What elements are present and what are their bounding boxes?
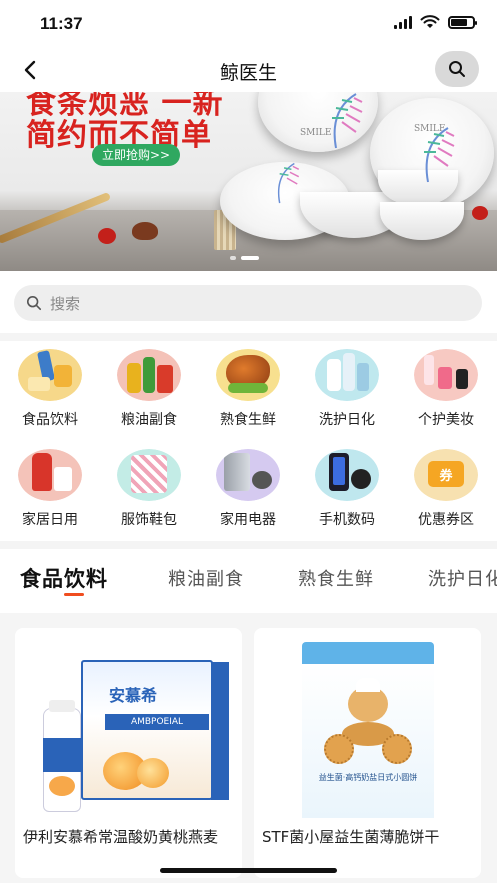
appliance-icon: [216, 449, 280, 501]
search-area: 搜索: [0, 271, 497, 333]
divider: [0, 333, 497, 341]
category-apparel[interactable]: 服饰鞋包: [109, 445, 189, 535]
home-indicator: [160, 868, 337, 873]
product-list: 安慕希 AMBPOEIAL 伊利安慕希常温酸奶黄桃燕麦 益生菌·高钙奶盐日式小圆…: [0, 613, 497, 883]
mushroom-image: [132, 222, 158, 240]
feather-pattern-icon: [424, 127, 455, 183]
tab-food-drink[interactable]: 食品饮料: [20, 563, 108, 593]
banner-pagination: [230, 256, 259, 260]
page-title: 鲸医生: [219, 62, 277, 84]
cosmetics-icon: [414, 349, 478, 401]
category-label: 食品饮料: [22, 412, 78, 428]
product-name: 伊利安慕希常温酸奶黄桃燕麦: [23, 828, 219, 846]
tab-indicator: [64, 593, 84, 596]
category-label: 个护美妆: [418, 412, 474, 428]
category-label: 粮油副食: [121, 412, 177, 428]
promo-banner[interactable]: 食条烦恶 一新 简约而不简单 立即抢购>> SMILE SMILE: [0, 92, 497, 271]
category-food-drink[interactable]: 食品饮料: [10, 345, 90, 435]
product-brand-sub: AMBPOEIAL: [105, 714, 209, 730]
category-phone-digital[interactable]: 手机数码: [307, 445, 387, 535]
feather-pattern-icon: [277, 162, 300, 204]
phone-digital-icon: [315, 449, 379, 501]
search-placeholder: 搜索: [50, 294, 81, 313]
category-label: 家居日用: [22, 512, 78, 528]
toiletries-icon: [315, 349, 379, 401]
category-label: 洗护日化: [319, 412, 375, 428]
search-icon: [26, 295, 42, 311]
banner-dot[interactable]: [230, 256, 236, 260]
product-brand: 安慕希: [109, 686, 158, 705]
category-label: 熟食生鲜: [220, 412, 276, 428]
category-cooked-fresh[interactable]: 熟食生鲜: [208, 345, 288, 435]
category-tabs: 食品饮料 粮油副食 熟食生鲜 洗护日化: [0, 549, 497, 613]
product-image: 安慕希 AMBPOEIAL: [25, 638, 232, 818]
feather-pattern-icon: [332, 93, 363, 149]
tab-grain-oil[interactable]: 粮油副食: [168, 565, 244, 591]
status-icons: [394, 15, 477, 29]
apparel-icon: [117, 449, 181, 501]
category-label: 手机数码: [319, 512, 375, 528]
status-bar: 11:37: [0, 0, 497, 48]
search-icon: [449, 61, 465, 77]
category-household[interactable]: 家居日用: [10, 445, 90, 535]
category-grain-oil[interactable]: 粮油副食: [109, 345, 189, 435]
battery-icon: [448, 15, 477, 29]
category-toiletries[interactable]: 洗护日化: [307, 345, 387, 435]
category-appliance[interactable]: 家用电器: [208, 445, 288, 535]
food-drink-icon: [18, 349, 82, 401]
nav-bar: 鲸医生: [0, 48, 497, 92]
category-label: 服饰鞋包: [121, 512, 177, 528]
tomato-image: [98, 228, 116, 244]
banner-dot-active[interactable]: [241, 256, 259, 260]
banner-buy-now-button[interactable]: 立即抢购>>: [92, 144, 181, 166]
search-input[interactable]: 搜索: [14, 285, 482, 321]
wifi-icon: [420, 15, 440, 28]
category-label: 家用电器: [220, 512, 276, 528]
product-pack-text: 益生菌·高钙奶盐日式小圆饼: [318, 773, 418, 782]
coupon-icon: 券: [414, 449, 478, 501]
coupon-badge: 券: [428, 461, 464, 487]
product-name: STF菌小屋益生菌薄脆饼干: [262, 828, 440, 846]
divider: [0, 541, 497, 549]
tomato-image: [472, 206, 488, 220]
product-card[interactable]: 益生菌·高钙奶盐日式小圆饼 STF菌小屋益生菌薄脆饼干: [254, 628, 481, 878]
household-icon: [18, 449, 82, 501]
status-time: 11:37: [40, 14, 83, 33]
category-coupon[interactable]: 券 优惠券区: [406, 445, 486, 535]
grain-oil-icon: [117, 349, 181, 401]
category-label: 优惠券区: [418, 512, 474, 528]
search-button[interactable]: [435, 51, 479, 87]
tab-toiletries[interactable]: 洗护日化: [428, 565, 497, 591]
category-grid: 食品饮料 粮油副食 熟食生鲜 洗护日化 个护美妆 家居日用 服饰鞋包 家用电器 …: [0, 341, 497, 541]
product-image: 益生菌·高钙奶盐日式小圆饼: [264, 638, 471, 818]
product-card[interactable]: 安慕希 AMBPOEIAL 伊利安慕希常温酸奶黄桃燕麦: [15, 628, 242, 878]
signal-icon: [394, 15, 412, 29]
tab-cooked-fresh[interactable]: 熟食生鲜: [298, 565, 374, 591]
cooked-fresh-icon: [216, 349, 280, 401]
category-cosmetics[interactable]: 个护美妆: [406, 345, 486, 435]
